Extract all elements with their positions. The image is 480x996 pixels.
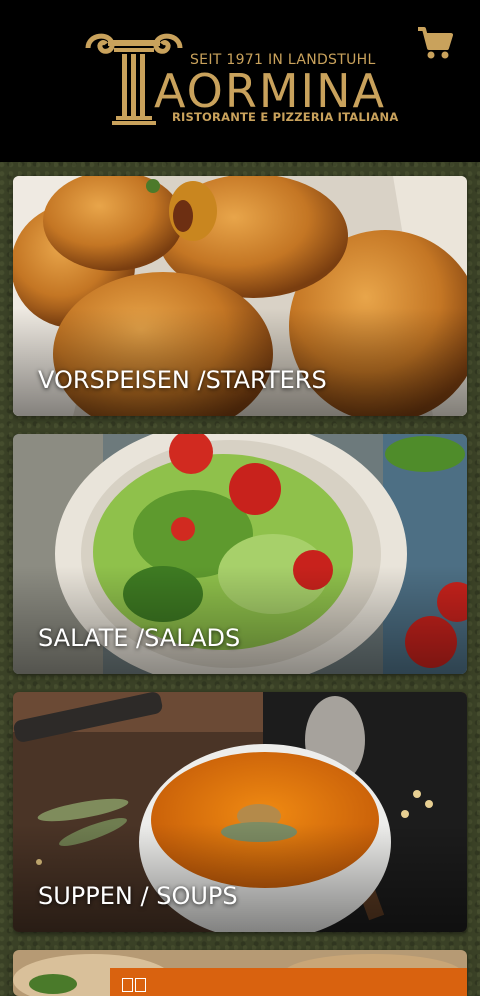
header: SEIT 1971 IN LANDSTUHL AORMINA RISTORANT… [0, 0, 480, 162]
category-label: SUPPEN / SOUPS [38, 882, 238, 910]
restaurant-logo[interactable]: SEIT 1971 IN LANDSTUHL AORMINA RISTORANT… [84, 28, 399, 128]
logo-subtitle: RISTORANTE E PIZZERIA ITALIANA [172, 110, 399, 124]
shopping-cart-icon[interactable] [416, 24, 454, 62]
logo-name: AORMINA [154, 64, 386, 118]
category-label: VORSPEISEN /STARTERS [38, 366, 327, 394]
category-card-salads[interactable]: SALATE /SALADS [13, 434, 467, 674]
category-label: SALATE /SALADS [38, 624, 241, 652]
placeholder-glyph-icon [122, 978, 146, 992]
category-card-starters[interactable]: VORSPEISEN /STARTERS [13, 176, 467, 416]
bottom-action-bar[interactable] [110, 968, 467, 996]
category-card-soups[interactable]: SUPPEN / SOUPS [13, 692, 467, 932]
